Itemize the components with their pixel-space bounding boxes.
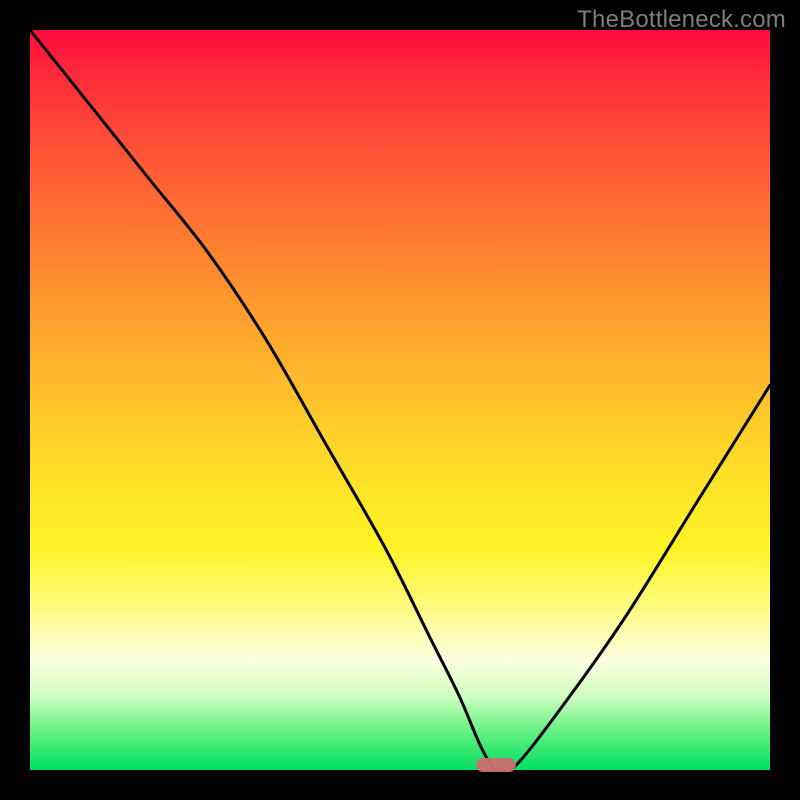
- plot-area: [30, 30, 770, 770]
- bottleneck-curve: [30, 30, 770, 770]
- chart-frame: TheBottleneck.com: [0, 0, 800, 800]
- watermark-text: TheBottleneck.com: [577, 6, 786, 34]
- sweet-spot-marker: [476, 758, 516, 772]
